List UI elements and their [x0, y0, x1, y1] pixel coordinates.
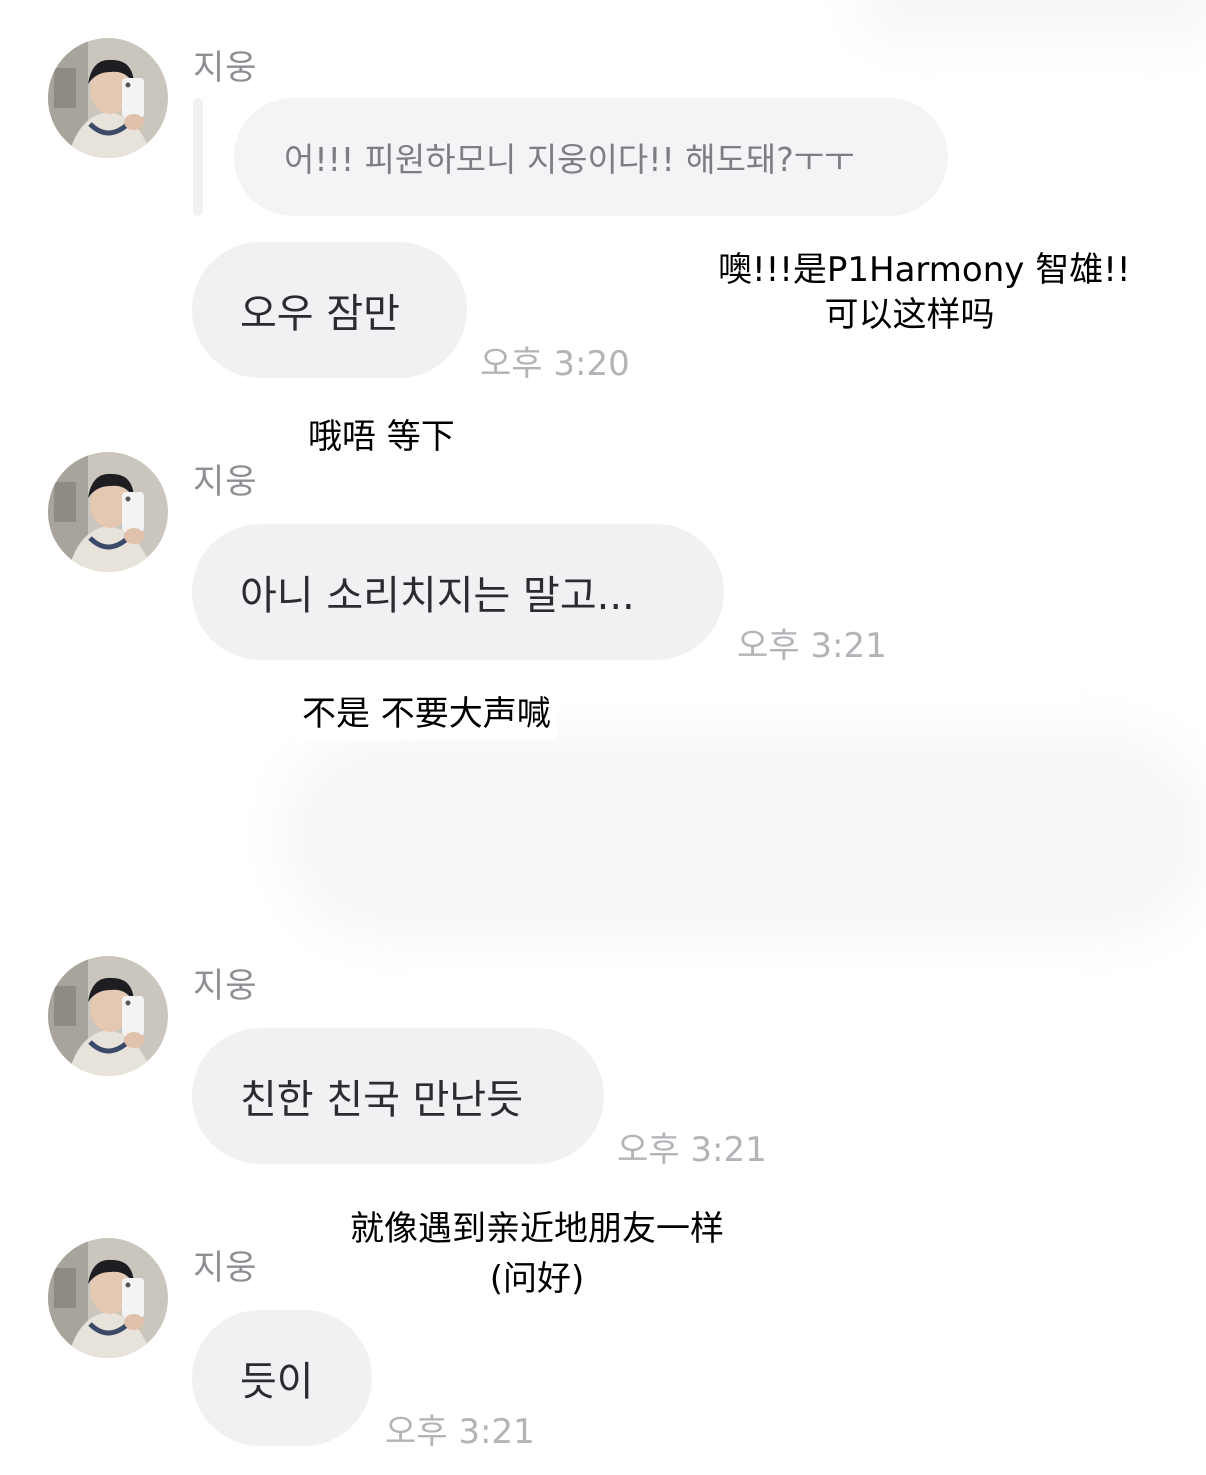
sender-name: 지웅 [193, 462, 258, 502]
translation-line: 就像遇到亲近地朋友一样 [350, 1209, 724, 1249]
avatar[interactable] [48, 1238, 168, 1358]
translation-note: 不是 不要大声喊 [296, 688, 557, 740]
message-time: 오후 3:21 [737, 626, 887, 666]
message-bubble[interactable]: 듯이 [192, 1310, 372, 1446]
message-time: 오후 3:21 [617, 1130, 767, 1170]
avatar[interactable] [48, 38, 168, 158]
message-bubble[interactable]: 오우 잠만 [192, 242, 467, 378]
sender-name: 지웅 [193, 1248, 258, 1288]
sender-name: 지웅 [193, 48, 258, 88]
quoted-message[interactable]: 어!!! 피원하모니 지웅이다!! 해도돼?ㅜㅜ [234, 98, 948, 216]
avatar[interactable] [48, 452, 168, 572]
sender-name: 지웅 [193, 966, 258, 1006]
translation-note: 哦唔 等下 [302, 412, 461, 462]
message-bubble[interactable]: 친한 친국 만난듯 [192, 1028, 604, 1164]
avatar[interactable] [48, 956, 168, 1076]
translation-line: 噢!!!是P1Harmony 智雄!! [718, 250, 1131, 290]
message-time: 오후 3:20 [480, 344, 630, 384]
translation-line: (问好) [489, 1259, 585, 1299]
message-bubble[interactable]: 아니 소리치지는 말고... [192, 524, 724, 660]
reply-indicator-bar [193, 98, 203, 216]
translation-note: 就像遇到亲近地朋友一样 (问好) [316, 1204, 758, 1308]
translation-note: 噢!!!是P1Harmony 智雄!! 可以这样吗 [712, 248, 1131, 340]
translation-line: 可以这样吗 [824, 295, 995, 335]
message-time: 오후 3:21 [385, 1412, 535, 1452]
